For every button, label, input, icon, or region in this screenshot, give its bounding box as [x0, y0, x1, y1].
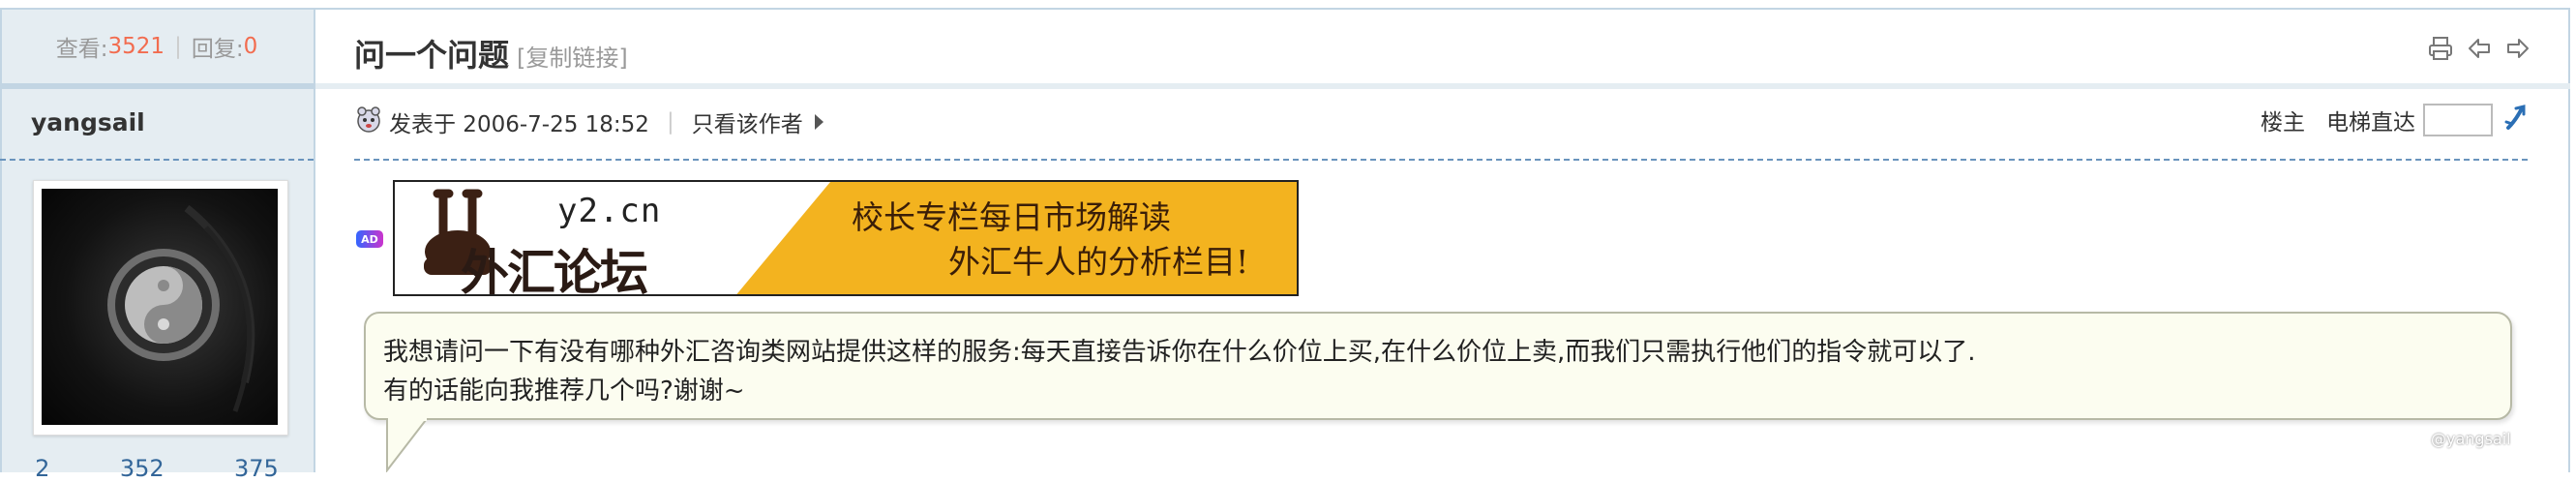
post-dashed-divider — [354, 159, 2528, 161]
avatar[interactable] — [33, 180, 288, 436]
floor-controls: 楼主 电梯直达 — [2261, 103, 2531, 137]
bubble-tail — [386, 418, 427, 472]
views-label: 查看: — [55, 37, 108, 62]
ad-headline: 校长专栏每日市场解读 — [852, 198, 1171, 236]
views-count: 3521 — [107, 34, 165, 59]
ad-banner[interactable]: y2.cn 外汇论坛 校长专栏每日市场解读 外汇牛人的分析栏目! — [393, 180, 1299, 296]
next-thread-icon[interactable] — [2504, 35, 2531, 66]
prev-thread-icon[interactable] — [2466, 35, 2493, 66]
message-line: 有的话能向我推荐几个吗?谢谢~ — [383, 377, 745, 406]
meta-separator: | — [666, 109, 674, 135]
author-name-link[interactable]: yangsail — [31, 108, 145, 136]
ad-badge: AD — [356, 230, 383, 248]
ad-forum-name: 外汇论坛 — [461, 244, 648, 296]
thread-header: 问一个问题 [复制链接] — [315, 10, 2570, 89]
author-stat[interactable]: 2 — [35, 455, 49, 482]
stats-bar — [0, 83, 314, 89]
only-author-link[interactable]: 只看该作者 — [692, 105, 803, 138]
post-message-bubble: 我想请问一下有没有哪种外汇咨询类网站提供这样的服务:每天直接告诉你在什么价位上买… — [364, 312, 2512, 420]
post-date: 发表于 2006-7-25 18:52 — [389, 112, 649, 137]
thread-stats: 查看: 3521 | 回复: 0 — [0, 10, 314, 83]
ad-subline: 外汇牛人的分析栏目! — [948, 243, 1249, 281]
post-message: 我想请问一下有没有哪种外汇咨询类网站提供这样的服务:每天直接告诉你在什么价位上买… — [383, 333, 1976, 410]
author-stats: 2 352 375 — [0, 455, 314, 482]
avatar-image — [42, 189, 278, 425]
ad-site-text: y2.cn — [557, 192, 662, 230]
print-icon[interactable] — [2427, 35, 2454, 66]
floor-label: 楼主 — [2261, 110, 2305, 136]
online-status-icon — [354, 105, 383, 139]
replies-count: 0 — [243, 34, 258, 59]
post-meta: 发表于 2006-7-25 18:52 | 只看该作者 — [354, 105, 824, 139]
message-line: 我想请问一下有没有哪种外汇咨询类网站提供这样的服务:每天直接告诉你在什么价位上买… — [383, 338, 1976, 367]
watermark: @yangsail — [2431, 430, 2511, 448]
copy-link[interactable]: [复制链接] — [517, 39, 628, 73]
stats-separator: | — [174, 34, 182, 59]
thread-toolbar — [2427, 35, 2531, 66]
sidebar-dashed-divider — [0, 159, 314, 161]
thread-title: 问一个问题 — [354, 37, 510, 74]
jump-go-icon[interactable] — [2502, 103, 2531, 137]
replies-label: 回复: — [191, 37, 244, 62]
arrow-right-icon[interactable] — [814, 114, 824, 130]
author-stat[interactable]: 352 — [120, 455, 165, 482]
floor-jump-input[interactable] — [2423, 104, 2493, 136]
jump-label: 电梯直达 — [2326, 110, 2415, 136]
author-stat[interactable]: 375 — [234, 455, 279, 482]
